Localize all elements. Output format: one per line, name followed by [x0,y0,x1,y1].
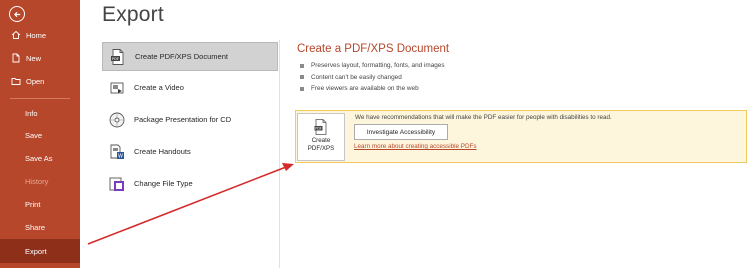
sidebar-item-label: History [25,176,49,186]
sidebar-item-label: Home [26,30,47,40]
create-pdf-xps-label-line1: Create [311,137,331,144]
investigate-accessibility-button[interactable]: Investigate Accessibility [354,124,448,140]
sidebar-item-label: New [26,53,42,63]
sidebar-item-save[interactable]: Save [0,124,80,146]
bullet-text: Free viewers are available on the web [311,85,419,93]
bullet-icon [300,63,304,68]
bullet-icon [300,86,304,91]
sidebar-item-print[interactable]: Print [0,193,80,215]
sidebar-item-share[interactable]: Share [0,216,80,238]
svg-text:PDF: PDF [112,57,119,61]
export-option-label: Change File Type [134,179,193,188]
back-arrow-icon[interactable] [9,6,25,22]
list-item: Content can't be easily changed [300,72,445,84]
feature-bullets: Preserves layout, formatting, fonts, and… [300,60,445,95]
export-option-label: Package Presentation for CD [134,115,232,124]
video-icon [107,78,127,98]
export-option-label: Create PDF/XPS Document [135,52,228,61]
page-title: Export [102,3,164,26]
bullet-icon [300,75,304,80]
learn-more-accessible-pdfs-link[interactable]: Learn more about creating accessible PDF… [354,143,477,150]
sidebar-item-label: Save [25,130,43,140]
export-option-create-handouts[interactable]: W Create Handouts [102,137,278,166]
backstage-sidebar: Home New Open Info Save Save As History … [0,0,80,268]
home-icon [10,29,22,41]
section-divider [279,40,280,268]
sidebar-item-history: History [0,170,80,192]
handouts-icon: W [107,142,127,162]
create-pdf-xps-label-line2: PDF/XPS [307,145,335,152]
export-option-create-video[interactable]: Create a Video [102,73,278,102]
export-option-change-file-type[interactable]: Change File Type [102,169,278,198]
sidebar-item-label: Save As [25,153,53,163]
sidebar-item-save-as[interactable]: Save As [0,147,80,169]
new-document-icon [10,52,22,64]
list-item: Preserves layout, formatting, fonts, and… [300,60,445,72]
sidebar-item-info[interactable]: Info [0,102,80,124]
export-option-package-cd[interactable]: Package Presentation for CD [102,105,278,134]
pdf-document-icon: PDF [108,47,128,67]
cd-icon [107,110,127,130]
file-type-icon [107,174,127,194]
sidebar-item-label: Open [26,76,45,86]
list-item: Free viewers are available on the web [300,83,445,95]
bullet-text: Preserves layout, formatting, fonts, and… [311,62,445,70]
sidebar-item-label: Export [25,246,47,256]
export-option-create-pdf-xps[interactable]: PDF Create PDF/XPS Document [102,42,278,71]
sidebar-item-label: Print [25,199,41,209]
sidebar-item-home[interactable]: Home [0,24,80,46]
sidebar-item-new[interactable]: New [0,47,80,69]
folder-icon [10,75,22,87]
sidebar-item-export[interactable]: Export [0,239,80,263]
svg-text:W: W [118,153,123,159]
export-option-label: Create a Video [134,83,184,92]
svg-text:PDF: PDF [315,127,321,131]
detail-title: Create a PDF/XPS Document [297,43,450,55]
export-option-label: Create Handouts [134,147,191,156]
bullet-text: Content can't be easily changed [311,73,402,81]
sidebar-item-label: Share [25,222,46,232]
accessibility-recommendation-text: We have recommendations that will make t… [355,114,612,121]
sidebar-item-label: Info [25,108,38,118]
sidebar-divider [10,98,70,99]
pdf-document-icon: PDF [314,119,327,135]
create-pdf-xps-button[interactable]: PDF Create PDF/XPS [297,113,345,161]
sidebar-item-open[interactable]: Open [0,70,80,92]
